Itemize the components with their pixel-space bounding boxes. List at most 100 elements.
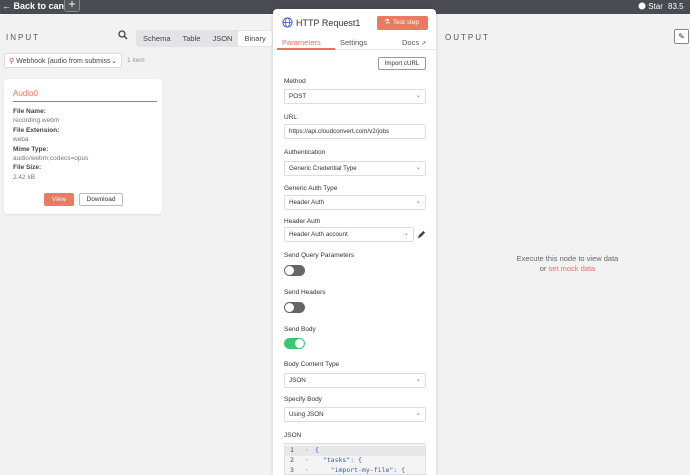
- or-text: or: [539, 264, 547, 273]
- star-label: Star: [648, 2, 663, 11]
- meta-value: audio/webm;codecs=opus: [13, 155, 89, 163]
- file-metadata: File Name: recording.webm File Extension…: [13, 107, 88, 182]
- authentication-select[interactable]: Generic Credential Type ⌄: [284, 161, 426, 176]
- body-content-type-value: JSON: [289, 377, 306, 384]
- code-text: {: [315, 446, 319, 454]
- meta-value: recording.webm: [13, 117, 60, 125]
- code-line: 2 ⌄ "tasks": {: [285, 456, 425, 466]
- generic-auth-type-select[interactable]: Header Auth ⌄: [284, 195, 426, 210]
- import-curl-button[interactable]: Import cURL: [378, 57, 426, 70]
- fold-icon[interactable]: ⌄: [305, 456, 308, 462]
- binary-file-card: Audio0 File Name: recording.webm File Ex…: [4, 79, 162, 214]
- line-number: 2: [290, 456, 294, 464]
- send-query-toggle[interactable]: [284, 265, 305, 276]
- tab-binary[interactable]: Binary: [238, 31, 272, 46]
- url-input[interactable]: https://api.cloudconvert.com/v2/jobs: [284, 124, 426, 139]
- chevron-down-icon: ⌄: [415, 164, 421, 171]
- meta-value: weba: [13, 136, 29, 144]
- url-label: URL: [284, 114, 298, 121]
- fold-icon[interactable]: ⌄: [305, 446, 308, 452]
- binary-title: Audio0: [13, 89, 38, 98]
- tab-settings[interactable]: Settings: [340, 38, 367, 47]
- code-line: 3 ⌄ "import-my-file": {: [285, 466, 425, 475]
- header-auth-select[interactable]: Header Auth account ⌄: [284, 227, 414, 242]
- tab-parameters[interactable]: Parameters: [282, 38, 321, 47]
- fold-icon[interactable]: ⌄: [305, 466, 308, 472]
- globe-icon: [282, 17, 293, 28]
- star-count: 83.5: [668, 2, 684, 11]
- code-line: 1 ⌄ {: [285, 446, 425, 456]
- meta-key: File Name:: [13, 108, 46, 115]
- authentication-label: Authentication: [284, 149, 326, 156]
- chevron-down-icon: ⌄: [415, 376, 421, 383]
- tab-docs[interactable]: Docs ↗: [402, 38, 426, 47]
- specify-body-select[interactable]: Using JSON ⌄: [284, 407, 426, 422]
- chevron-down-icon: ⌄: [111, 58, 117, 65]
- input-node-value: Webhook (audio from submiss: [16, 58, 111, 65]
- flask-icon: ⚗: [384, 19, 391, 26]
- external-link-icon: ↗: [421, 41, 427, 47]
- code-text: "tasks": {: [315, 456, 362, 464]
- pencil-icon: ✎: [678, 32, 685, 41]
- send-body-toggle[interactable]: [284, 338, 305, 349]
- send-body-label: Send Body: [284, 326, 316, 333]
- add-node-button[interactable]: +: [64, 0, 80, 12]
- input-node-select[interactable]: ⚲ Webhook (audio from submiss ⌄: [4, 53, 122, 68]
- test-step-label: Test step: [393, 19, 420, 26]
- toggle-knob: [285, 303, 294, 312]
- specify-body-label: Specify Body: [284, 396, 322, 403]
- edit-output-button[interactable]: ✎: [674, 29, 689, 44]
- input-panel-title: INPUT: [6, 33, 40, 42]
- divider: [13, 101, 157, 102]
- body-content-type-label: Body Content Type: [284, 361, 340, 368]
- send-query-label: Send Query Parameters: [284, 252, 355, 259]
- json-code-editor[interactable]: 1 ⌄ { 2 ⌄ "tasks": { 3 ⌄ "import-my-file…: [284, 443, 426, 475]
- test-step-button[interactable]: ⚗ Test step: [377, 16, 428, 30]
- send-headers-label: Send Headers: [284, 289, 326, 296]
- docs-label: Docs: [402, 38, 420, 47]
- toggle-knob: [295, 339, 304, 348]
- tab-json[interactable]: JSON: [206, 31, 238, 46]
- github-star-button[interactable]: Star: [638, 2, 663, 11]
- send-headers-toggle[interactable]: [284, 302, 305, 313]
- download-button[interactable]: Download: [79, 193, 123, 206]
- generic-auth-type-label: Generic Auth Type: [284, 185, 338, 192]
- header-auth-value: Header Auth account: [289, 231, 348, 238]
- chevron-down-icon: ⌄: [415, 92, 421, 99]
- meta-key: File Extension:: [13, 126, 60, 134]
- tab-schema[interactable]: Schema: [137, 31, 177, 46]
- method-select[interactable]: POST ⌄: [284, 89, 426, 104]
- specify-body-value: Using JSON: [289, 411, 324, 418]
- line-number: 1: [290, 446, 294, 454]
- node-tabs: Parameters Settings Docs ↗: [273, 36, 436, 50]
- node-parameters-panel: HTTP Request1 ⚗ Test step Parameters Set…: [273, 9, 436, 475]
- chevron-down-icon: ⌄: [415, 198, 421, 205]
- active-tab-indicator: [277, 48, 335, 50]
- view-button[interactable]: View: [44, 193, 74, 206]
- body-content-type-select[interactable]: JSON ⌄: [284, 373, 426, 388]
- method-label: Method: [284, 78, 306, 85]
- github-icon: [638, 2, 646, 10]
- toggle-knob: [285, 266, 294, 275]
- chevron-down-icon: ⌄: [415, 410, 421, 417]
- node-title[interactable]: HTTP Request1: [296, 18, 360, 28]
- chevron-down-icon: ⌄: [403, 230, 409, 237]
- line-number: 3: [290, 466, 294, 474]
- authentication-value: Generic Credential Type: [289, 165, 357, 172]
- output-panel-title: OUTPUT: [445, 33, 490, 42]
- empty-output-message: Execute this node to view data or set mo…: [495, 254, 640, 274]
- search-icon[interactable]: [118, 30, 128, 40]
- json-label: JSON: [284, 432, 302, 439]
- execute-message: Execute this node to view data: [516, 254, 619, 263]
- meta-key: File Size:: [13, 164, 42, 172]
- header-auth-label: Header Auth: [284, 218, 321, 225]
- meta-key: Mime Type:: [13, 145, 49, 153]
- tab-table[interactable]: Table: [177, 31, 207, 46]
- set-mock-data-link[interactable]: set mock data: [549, 264, 596, 273]
- input-view-tabs: Schema Table JSON Binary: [136, 30, 273, 47]
- method-value: POST: [289, 93, 307, 100]
- generic-auth-type-value: Header Auth: [289, 199, 325, 206]
- code-text: "import-my-file": {: [315, 466, 406, 474]
- pencil-icon[interactable]: [417, 230, 426, 239]
- item-count: 1 item: [127, 57, 145, 64]
